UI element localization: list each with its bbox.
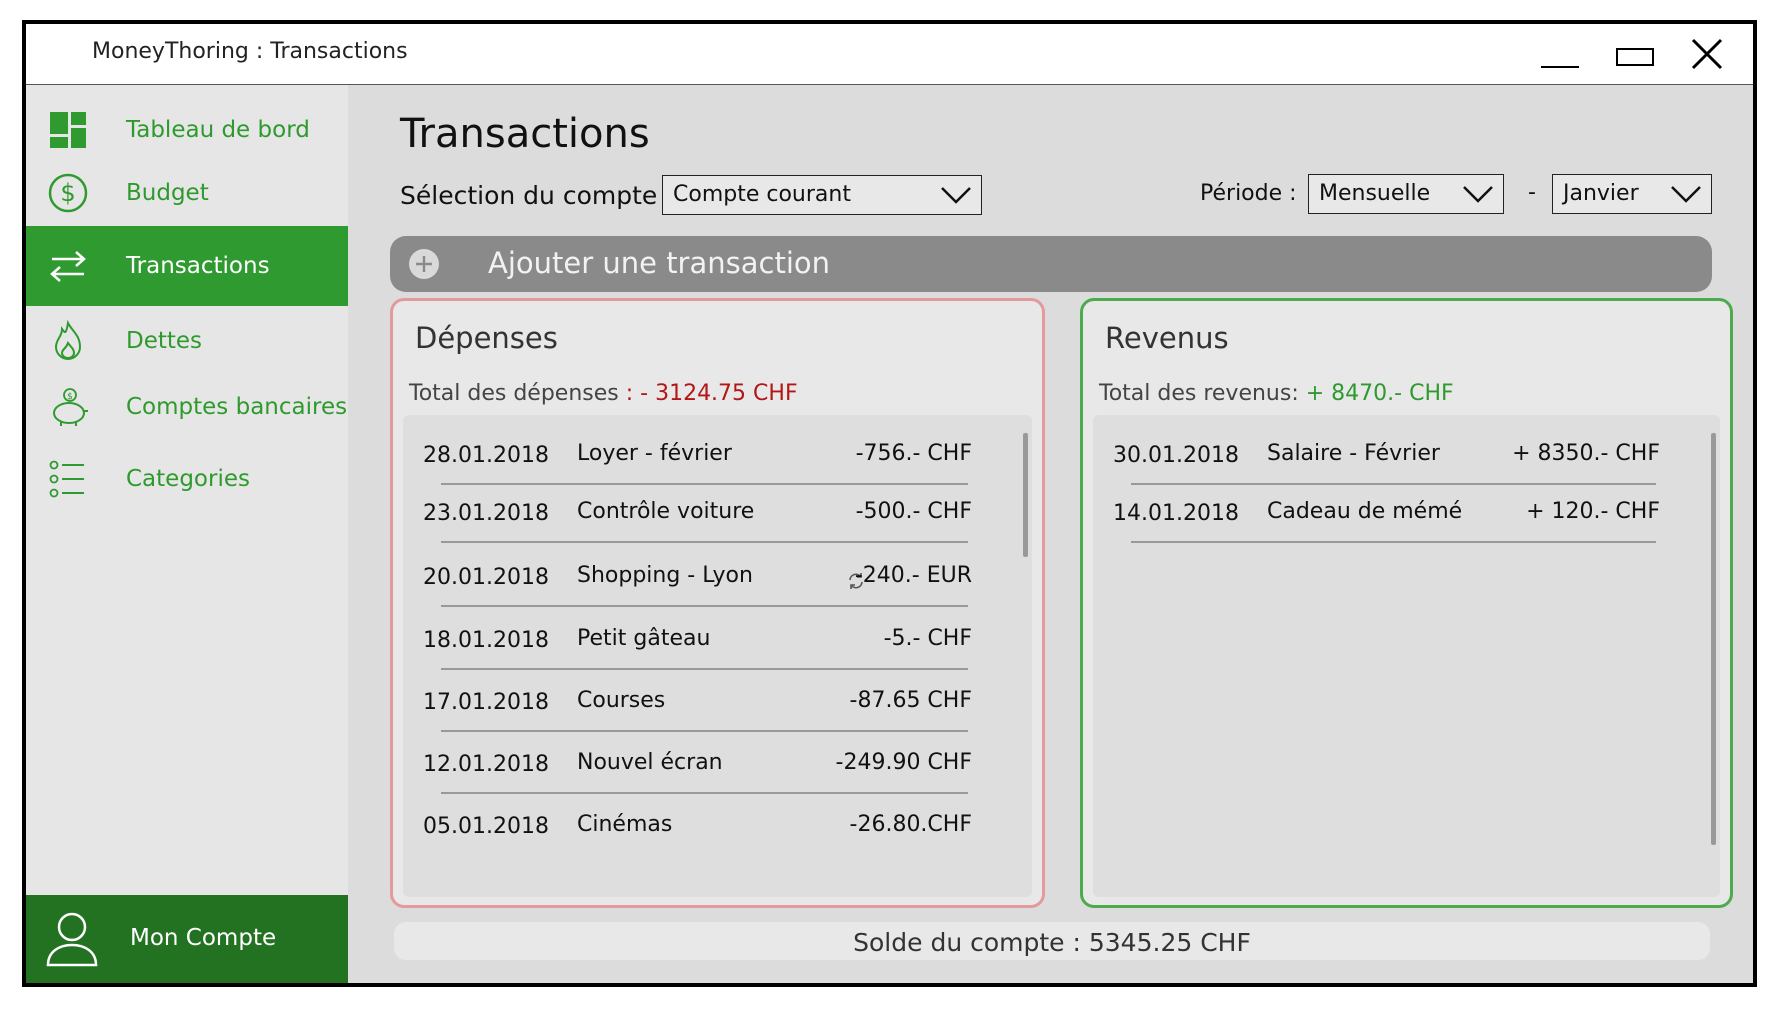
account-select[interactable]: Compte courant (662, 175, 982, 215)
row-amount: -240.- EUR (854, 563, 972, 588)
my-account-button[interactable]: Mon Compte (26, 895, 348, 983)
svg-text:$: $ (67, 392, 73, 402)
row-description: Loyer - février (577, 441, 732, 466)
expenses-scrollbar[interactable] (1023, 433, 1028, 557)
row-date: 14.01.2018 (1113, 501, 1239, 526)
dashboard-icon (50, 112, 86, 148)
sidebar: Tableau de bord $ Budget Transactions De… (26, 85, 348, 983)
expenses-total-label: Total des dépenses (409, 381, 619, 406)
row-amount: + 8350.- CHF (1512, 441, 1660, 466)
row-date: 23.01.2018 (423, 501, 549, 526)
expense-row[interactable]: 17.01.2018 Courses -87.65 CHF (403, 662, 1032, 732)
row-date: 30.01.2018 (1113, 443, 1239, 468)
month-select-value: Janvier (1563, 181, 1639, 206)
row-description: Cadeau de mémé (1267, 499, 1463, 524)
expenses-total-value: : - 3124.75 CHF (625, 381, 798, 406)
chevron-down-icon (941, 187, 971, 204)
row-amount: -500.- CHF (855, 499, 972, 524)
sidebar-item-transactions[interactable]: Transactions (26, 226, 348, 306)
sidebar-item-budget[interactable]: $ Budget (26, 153, 348, 233)
period-label: Période : (1200, 181, 1297, 206)
row-date: 18.01.2018 (423, 628, 549, 653)
row-date: 28.01.2018 (423, 443, 549, 468)
income-scrollbar[interactable] (1711, 433, 1716, 845)
income-row[interactable]: 14.01.2018 Cadeau de mémé + 120.- CHF (1093, 473, 1720, 543)
expense-row[interactable]: 05.01.2018 Cinémas -26.80.CHF (403, 786, 1032, 856)
title-bar: MoneyThoring : Transactions (26, 24, 1753, 85)
sidebar-item-label: Dettes (126, 328, 203, 354)
row-description: Nouvel écran (577, 750, 723, 775)
income-panel: Revenus Total des revenus: + 8470.- CHF … (1080, 298, 1733, 908)
expenses-total: Total des dépenses : - 3124.75 CHF (409, 381, 798, 406)
expense-row[interactable]: 12.01.2018 Nouvel écran -249.90 CHF (403, 724, 1032, 794)
sidebar-item-label: Budget (126, 180, 209, 206)
chevron-down-icon (1671, 186, 1701, 203)
period-separator: - (1528, 180, 1536, 205)
row-description: Salaire - Février (1267, 441, 1440, 466)
row-divider (1131, 541, 1656, 543)
dollar-icon: $ (48, 173, 88, 213)
list-icon (49, 460, 84, 498)
maximize-button[interactable] (1612, 34, 1658, 74)
sidebar-item-categories[interactable]: Categories (26, 439, 348, 519)
row-description: Contrôle voiture (577, 499, 755, 524)
sidebar-item-label: Categories (126, 466, 250, 492)
row-amount: + 120.- CHF (1526, 499, 1660, 524)
income-total-label: Total des revenus: (1099, 381, 1299, 406)
row-amount: -26.80.CHF (849, 812, 972, 837)
transfer-arrows-icon (50, 251, 86, 282)
row-amount: -756.- CHF (855, 441, 972, 466)
close-button[interactable] (1687, 34, 1733, 74)
sidebar-item-label: Tableau de bord (126, 117, 310, 143)
income-list[interactable]: 30.01.2018 Salaire - Février + 8350.- CH… (1093, 415, 1720, 897)
plus-circle-icon (409, 249, 439, 279)
row-description: Courses (577, 688, 666, 713)
app-window: MoneyThoring : Transactions Tableau de b… (22, 20, 1757, 987)
piggy-bank-icon: $ (53, 388, 88, 426)
row-amount: -249.90 CHF (835, 750, 972, 775)
user-icon (46, 912, 98, 967)
income-title: Revenus (1105, 321, 1229, 355)
add-transaction-button[interactable]: Ajouter une transaction (390, 236, 1712, 292)
row-date: 17.01.2018 (423, 690, 549, 715)
row-date: 20.01.2018 (423, 565, 549, 590)
main-content: Transactions Sélection du compte : Compt… (348, 85, 1753, 983)
close-icon (1691, 38, 1723, 70)
sidebar-item-label: Transactions (126, 253, 270, 279)
window-title: MoneyThoring : Transactions (92, 39, 408, 64)
my-account-label: Mon Compte (130, 925, 277, 951)
period-select[interactable]: Mensuelle (1308, 174, 1504, 214)
account-select-value: Compte courant (673, 182, 851, 207)
row-amount: -5.- CHF (883, 626, 972, 651)
svg-text:$: $ (60, 179, 75, 207)
page-title: Transactions (400, 111, 650, 157)
chevron-down-icon (1463, 186, 1493, 203)
expenses-panel: Dépenses Total des dépenses : - 3124.75 … (390, 298, 1045, 908)
row-date: 12.01.2018 (423, 752, 549, 777)
add-transaction-label: Ajouter une transaction (488, 246, 831, 280)
account-balance-text: Solde du compte : 5345.25 CHF (853, 928, 1251, 957)
income-total: Total des revenus: + 8470.- CHF (1099, 381, 1454, 406)
account-select-label: Sélection du compte : (400, 181, 674, 210)
sidebar-item-label: Comptes bancaires (126, 394, 348, 420)
flame-icon (54, 319, 82, 361)
period-select-value: Mensuelle (1319, 181, 1431, 206)
row-description: Shopping - Lyon (577, 563, 753, 588)
row-amount: -87.65 CHF (849, 688, 972, 713)
sidebar-item-bank-accounts[interactable]: $ Comptes bancaires (26, 367, 348, 447)
row-description: Cinémas (577, 812, 673, 837)
month-select[interactable]: Janvier (1552, 174, 1712, 214)
row-description: Petit gâteau (577, 626, 711, 651)
expense-row[interactable]: 20.01.2018 Shopping - Lyon -240.- EUR (403, 537, 1032, 607)
row-date: 05.01.2018 (423, 814, 549, 839)
income-total-value: + 8470.- CHF (1305, 381, 1454, 406)
expenses-title: Dépenses (415, 321, 558, 355)
expense-row[interactable]: 23.01.2018 Contrôle voiture -500.- CHF (403, 473, 1032, 543)
account-balance: Solde du compte : 5345.25 CHF (394, 922, 1710, 960)
minimize-button[interactable] (1537, 34, 1583, 74)
expense-row[interactable]: 18.01.2018 Petit gâteau -5.- CHF (403, 600, 1032, 670)
expenses-list[interactable]: 28.01.2018 Loyer - février -756.- CHF 23… (403, 415, 1032, 897)
